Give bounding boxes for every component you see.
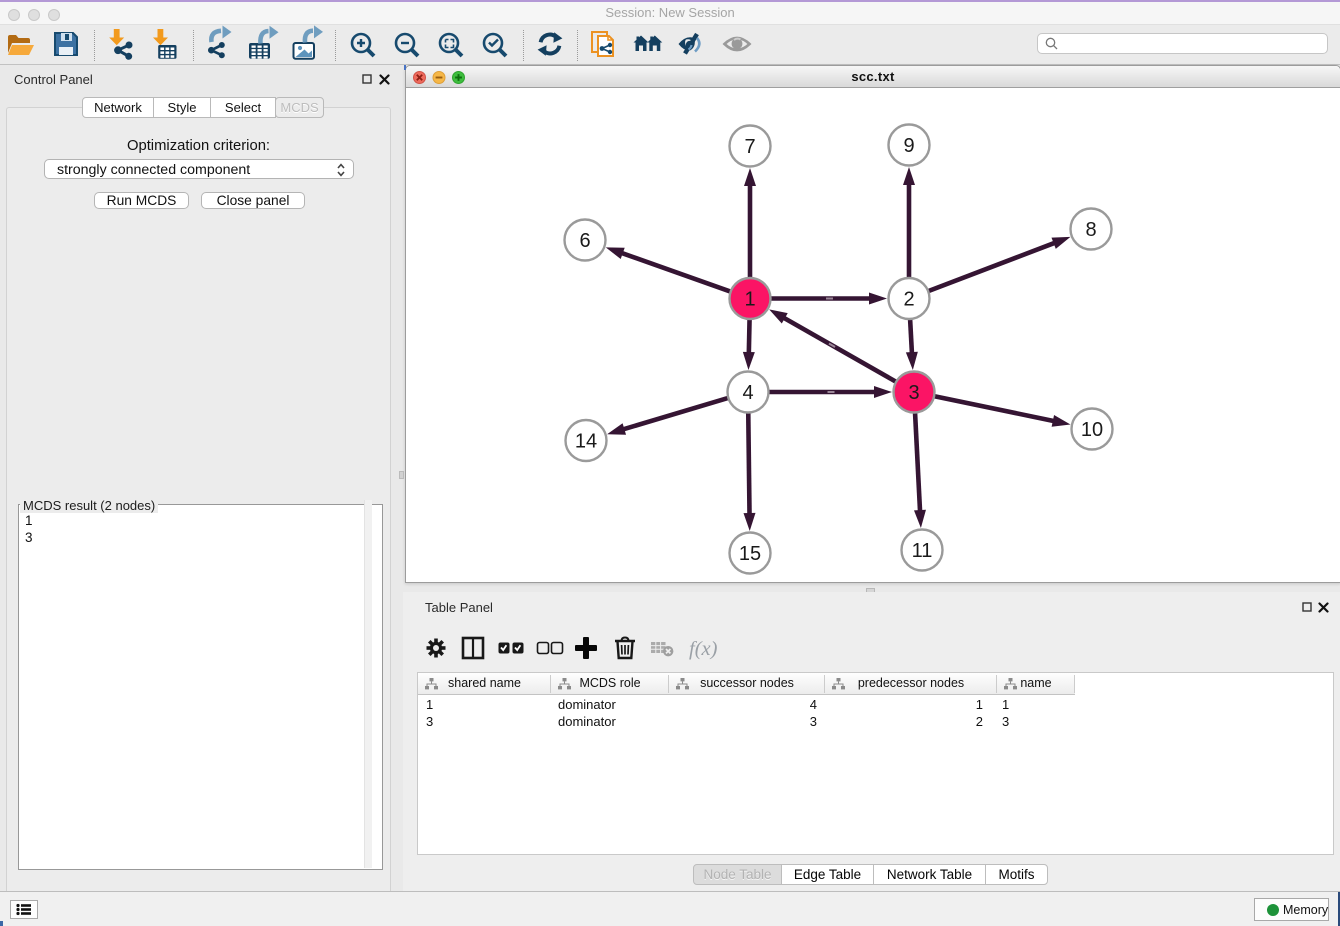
- svg-text:2: 2: [903, 289, 914, 311]
- svg-text:11: 11: [912, 540, 933, 562]
- svg-text:f(x): f(x): [689, 638, 718, 660]
- svg-text:3: 3: [908, 382, 919, 404]
- svg-text:4: 4: [742, 382, 753, 404]
- svg-text:8: 8: [1085, 219, 1096, 241]
- svg-text:7: 7: [744, 136, 755, 158]
- svg-text:1: 1: [744, 289, 755, 311]
- svg-text:9: 9: [903, 135, 914, 157]
- svg-text:6: 6: [579, 230, 590, 252]
- svg-text:15: 15: [739, 543, 761, 565]
- svg-text:10: 10: [1081, 419, 1103, 441]
- svg-text:14: 14: [575, 431, 597, 453]
